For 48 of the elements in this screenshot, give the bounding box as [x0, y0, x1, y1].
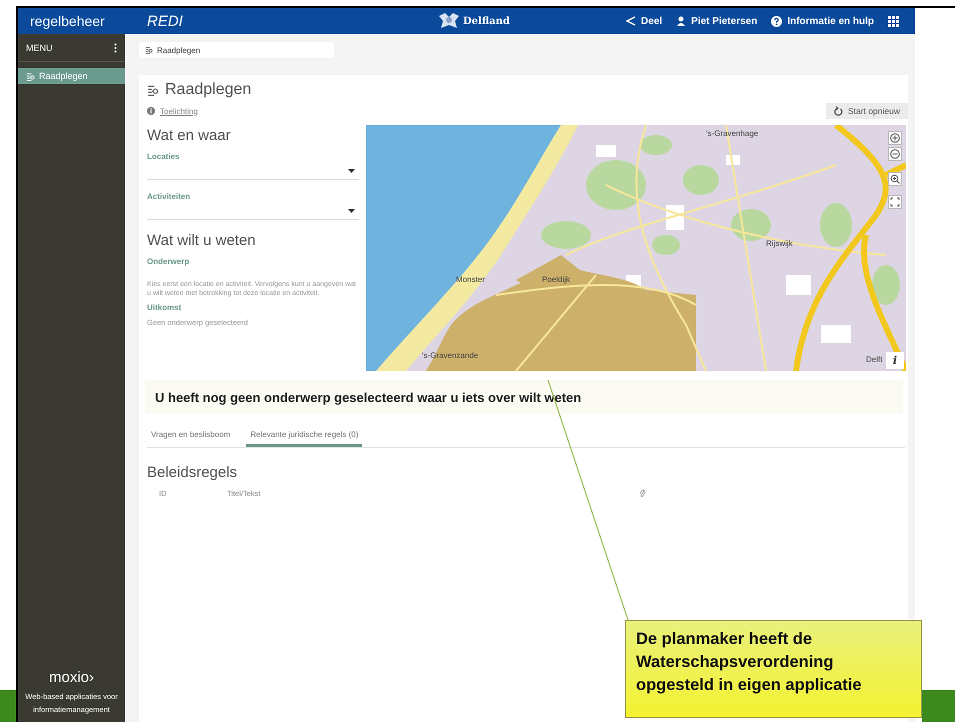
- refresh-icon: [834, 106, 844, 116]
- place-label: 's-Gravenhage: [706, 129, 758, 138]
- module-title: REDI: [147, 12, 184, 30]
- paperclip-icon: [639, 489, 646, 498]
- zoom-out-button[interactable]: [888, 147, 902, 161]
- list-icon: [147, 84, 159, 96]
- callout-note: De planmaker heeft de Waterschapsverordening opgesteld in eigen applicatie: [625, 620, 922, 718]
- tab[interactable]: Relevante juridische regels (0): [246, 428, 362, 447]
- field-label: Activiteiten: [147, 192, 192, 201]
- header-link[interactable]: Deel: [626, 16, 662, 26]
- header-link[interactable]: Informatie en hulp: [771, 16, 874, 26]
- page-title: Raadplegen: [165, 81, 252, 99]
- place-label: Poeldijk: [542, 275, 570, 284]
- caret-icon: [348, 169, 355, 173]
- breadcrumb[interactable]: Raadplegen: [139, 42, 334, 58]
- help-icon: [771, 16, 782, 26]
- accent-bar: [0, 690, 16, 722]
- user-icon: [676, 16, 686, 26]
- fullscreen-button[interactable]: [888, 195, 902, 209]
- help-link[interactable]: Toelichting: [147, 106, 198, 116]
- header-link[interactable]: Piet Pietersen: [676, 16, 758, 26]
- logo-text: Delfland: [463, 16, 510, 26]
- kebab-menu-icon[interactable]: [114, 42, 117, 52]
- caret-icon: [348, 209, 355, 213]
- menu-title: MENU: [26, 42, 52, 52]
- section-heading: Wat en waar: [147, 127, 232, 144]
- share-icon: [626, 16, 636, 26]
- tab[interactable]: Vragen en beslisboom: [147, 428, 234, 447]
- zoom-in-button[interactable]: [888, 131, 902, 145]
- apps-grid-icon[interactable]: [888, 16, 899, 26]
- field-label: Locaties: [147, 152, 180, 161]
- list-icon: [145, 46, 153, 54]
- list-icon: [26, 72, 35, 80]
- info-icon: [147, 107, 155, 115]
- place-label: Rijswijk: [766, 239, 793, 248]
- app-name: regelbeheer: [29, 13, 106, 29]
- restart-button[interactable]: Start opnieuw: [826, 103, 908, 119]
- field-label: Uitkomst: [147, 303, 182, 312]
- coat-of-arms-icon: [437, 12, 461, 30]
- brand-logo: moxio›: [48, 669, 95, 686]
- place-label: Monster: [456, 275, 485, 284]
- info-button[interactable]: i: [886, 352, 904, 369]
- section-heading: Beleidsregels: [147, 464, 238, 481]
- zoom-area-button[interactable]: [888, 172, 902, 186]
- section-heading: Wat wilt u weten: [147, 232, 257, 249]
- accent-bar: [922, 690, 955, 722]
- field-label: Onderwerp: [147, 257, 190, 266]
- place-label: Delft: [866, 355, 882, 364]
